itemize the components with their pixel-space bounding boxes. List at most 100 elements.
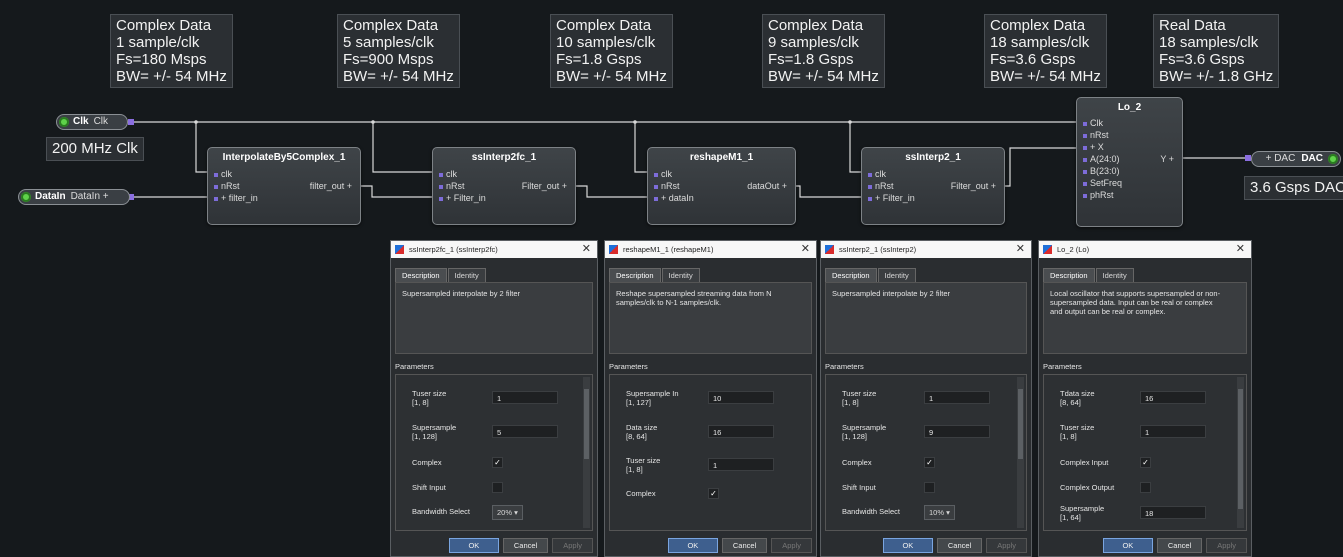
param-input[interactable]: 1 (492, 391, 558, 404)
block-input[interactable]: + Filter_in (868, 193, 915, 203)
block-input[interactable]: clk (654, 169, 672, 179)
ok-button[interactable]: OK (1102, 538, 1153, 553)
block-input[interactable]: clk (868, 169, 886, 179)
clk-port[interactable]: Clk Clk (56, 114, 128, 130)
block-input[interactable]: SetFreq (1083, 178, 1122, 188)
block-input[interactable]: nRst (439, 181, 465, 191)
scrollbar[interactable] (1017, 377, 1024, 528)
block-output[interactable]: dataOut + (747, 181, 787, 191)
param-checkbox[interactable] (1140, 482, 1151, 493)
dialog-titlebar[interactable]: Lo_2 (Lo) ✕ (1039, 241, 1251, 258)
close-icon[interactable]: ✕ (582, 241, 591, 258)
tab-description[interactable]: Description (1043, 268, 1095, 282)
block-input[interactable]: + Filter_in (439, 193, 486, 203)
block-input[interactable]: clk (439, 169, 457, 179)
block-interpolateby5complex[interactable]: InterpolateBy5Complex_1 clk nRst + filte… (207, 147, 361, 225)
block-input[interactable]: B(23:0) (1083, 166, 1120, 176)
block-input[interactable]: nRst (654, 181, 680, 191)
param-checkbox[interactable]: ✓ (708, 488, 719, 499)
tab-identity[interactable]: Identity (877, 268, 916, 282)
block-ssinterp2fc[interactable]: ssInterp2fc_1 clk nRst + Filter_in Filte… (432, 147, 576, 225)
block-output[interactable]: filter_out + (310, 181, 352, 191)
block-input[interactable]: + filter_in (214, 193, 258, 203)
annotation-line: Real Data (1159, 17, 1226, 34)
param-checkbox[interactable]: ✓ (924, 457, 935, 468)
param-label: Shift Input (842, 483, 876, 492)
annotation-line: Complex Data (990, 17, 1086, 34)
param-input[interactable]: 10 (708, 391, 774, 404)
param-input[interactable]: 1 (924, 391, 990, 404)
block-output[interactable]: Y + (1160, 154, 1174, 164)
scrollbar-thumb[interactable] (584, 389, 589, 459)
annotation-line: Complex Data (556, 17, 652, 34)
apply-button[interactable]: Apply (552, 538, 593, 553)
dac-port[interactable]: + DAC DAC (1251, 151, 1341, 167)
annotation-box-1: Complex Data 1 sample/clk Fs=180 Msps BW… (110, 14, 233, 88)
block-input[interactable]: clk (214, 169, 232, 179)
dialog-titlebar[interactable]: ssInterp2_1 (ssInterp2) ✕ (821, 241, 1031, 258)
tab-identity[interactable]: Identity (1095, 268, 1134, 282)
param-input[interactable]: 16 (1140, 391, 1206, 404)
block-input[interactable]: A(24:0) (1083, 154, 1120, 164)
cancel-button[interactable]: Cancel (1156, 538, 1203, 553)
scrollbar[interactable] (583, 377, 590, 528)
apply-button[interactable]: Apply (771, 538, 812, 553)
param-checkbox[interactable] (492, 482, 503, 493)
cancel-button[interactable]: Cancel (936, 538, 983, 553)
dialog-titlebar[interactable]: ssInterp2fc_1 (ssInterp2fc) ✕ (391, 241, 597, 258)
apply-button[interactable]: Apply (1206, 538, 1247, 553)
block-input[interactable]: phRst (1083, 190, 1114, 200)
block-input[interactable]: + X (1083, 142, 1104, 152)
apply-button[interactable]: Apply (986, 538, 1027, 553)
param-label: Supersample [1, 64] (1060, 504, 1105, 522)
annotation-line: 1 sample/clk (116, 34, 200, 51)
dialog-titlebar[interactable]: reshapeM1_1 (reshapeM1) ✕ (605, 241, 816, 258)
tab-identity[interactable]: Identity (447, 268, 486, 282)
parameters-panel: Tuser size [1, 8] 1 Supersample [1, 128]… (395, 374, 593, 531)
param-input[interactable]: 5 (492, 425, 558, 438)
block-input[interactable]: Clk (1083, 118, 1103, 128)
block-output[interactable]: Filter_out + (522, 181, 567, 191)
param-checkbox[interactable]: ✓ (1140, 457, 1151, 468)
ok-button[interactable]: OK (882, 538, 933, 553)
param-input[interactable]: 1 (708, 458, 774, 471)
param-input[interactable]: 1 (1140, 425, 1206, 438)
tab-description[interactable]: Description (609, 268, 661, 282)
param-checkbox[interactable] (924, 482, 935, 493)
annotation-line: Fs=900 Msps (343, 51, 434, 68)
cancel-button[interactable]: Cancel (502, 538, 549, 553)
scrollbar[interactable] (1237, 377, 1244, 528)
block-lo[interactable]: Lo_2 Clk nRst + X A(24:0) B(23:0) SetFre… (1076, 97, 1183, 227)
description-text: Supersampled interpolate by 2 filter (825, 282, 1027, 354)
tab-identity[interactable]: Identity (661, 268, 700, 282)
annotation-line: Fs=3.6 Gsps (990, 51, 1076, 68)
param-input[interactable]: 18 (1140, 506, 1206, 519)
close-icon[interactable]: ✕ (1236, 241, 1245, 258)
block-reshapem1[interactable]: reshapeM1_1 clk nRst + dataIn dataOut + (647, 147, 796, 225)
param-input[interactable]: 16 (708, 425, 774, 438)
tab-description[interactable]: Description (395, 268, 447, 282)
param-select[interactable]: 20% ▾ (492, 505, 523, 520)
datain-port[interactable]: DataIn DataIn + (18, 189, 130, 205)
ok-button[interactable]: OK (448, 538, 499, 553)
block-input[interactable]: nRst (1083, 130, 1109, 140)
cancel-button[interactable]: Cancel (721, 538, 768, 553)
annotation-line: Fs=1.8 Gsps (768, 51, 854, 68)
param-select[interactable]: 10% ▾ (924, 505, 955, 520)
annotation-line: BW= +/- 54 MHz (990, 68, 1101, 85)
param-checkbox[interactable]: ✓ (492, 457, 503, 468)
block-input[interactable]: + dataIn (654, 193, 694, 203)
close-icon[interactable]: ✕ (801, 241, 810, 258)
block-input[interactable]: nRst (868, 181, 894, 191)
annotation-line: Fs=3.6 Gsps (1159, 51, 1245, 68)
param-input[interactable]: 9 (924, 425, 990, 438)
ok-button[interactable]: OK (667, 538, 718, 553)
param-label: Bandwidth Select (412, 507, 470, 516)
close-icon[interactable]: ✕ (1016, 241, 1025, 258)
block-input[interactable]: nRst (214, 181, 240, 191)
block-output[interactable]: Filter_out + (951, 181, 996, 191)
scrollbar-thumb[interactable] (1018, 389, 1023, 459)
block-ssinterp2[interactable]: ssInterp2_1 clk nRst + Filter_in Filter_… (861, 147, 1005, 225)
scrollbar-thumb[interactable] (1238, 389, 1243, 509)
tab-description[interactable]: Description (825, 268, 877, 282)
